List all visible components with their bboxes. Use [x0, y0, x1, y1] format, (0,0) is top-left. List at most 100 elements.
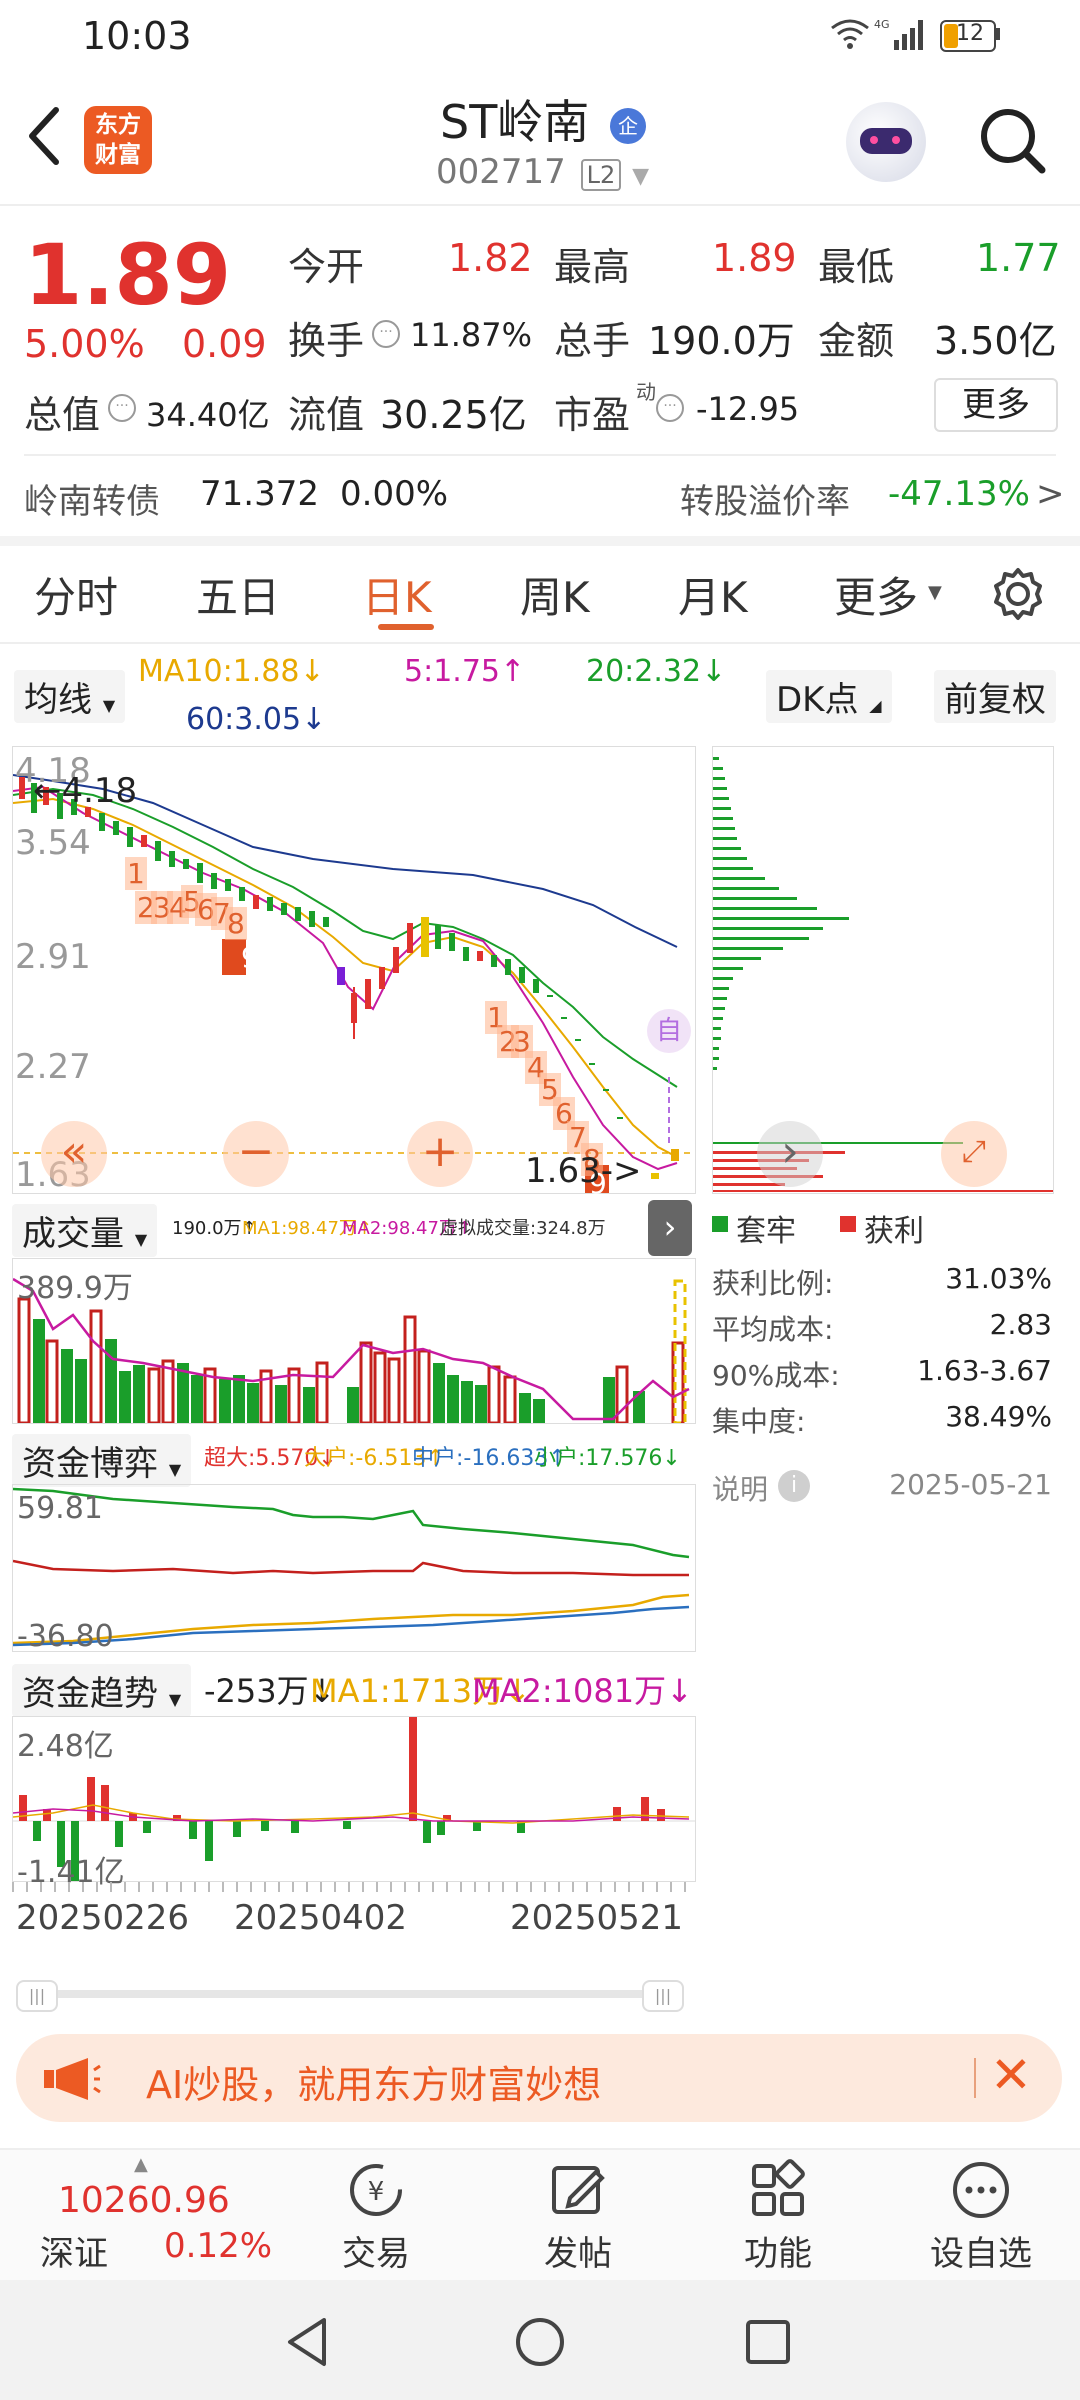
change-amount: 0.09: [182, 322, 267, 366]
wifi-icon: [831, 19, 869, 49]
adjust-button[interactable]: 前复权: [934, 670, 1056, 723]
virtual-volume: 虚拟成交量:324.8万: [440, 1218, 606, 1239]
bond-price: 71.372: [200, 474, 319, 514]
scroll-left-button[interactable]: «: [41, 1121, 107, 1187]
chip-stat-label-1: 获利比例:: [712, 1267, 834, 1300]
nav-add-watchlist[interactable]: 设自选: [916, 2158, 1046, 2274]
back-icon[interactable]: [24, 106, 64, 166]
scrollbar-right-handle[interactable]: |||: [642, 1980, 684, 2012]
corner-triangle-icon: ◢: [869, 696, 882, 715]
volume-chart[interactable]: 389.9万: [12, 1258, 696, 1424]
date-3: 20250521: [510, 1898, 684, 1938]
level-badge: L2: [580, 159, 622, 191]
info-icon: i: [778, 1470, 810, 1502]
trade-icon: ¥: [350, 2164, 402, 2216]
index-name: 深证: [40, 2234, 108, 2274]
chip-stat-value-1: 31.03%: [945, 1262, 1052, 1295]
quote-block: 1.89 5.00% 0.09 今开 1.82 最高 1.89 最低 1.77 …: [0, 206, 1080, 536]
brand-line-2: 财富: [95, 142, 141, 168]
fund-game-y-top: 59.81: [17, 1491, 103, 1526]
assistant-avatar[interactable]: [846, 102, 926, 182]
nav-trade[interactable]: ¥ 交易: [326, 2158, 426, 2274]
index-ticker[interactable]: ▲ 10260.96 深证 0.12%: [30, 2154, 273, 2274]
fund-trend-chart[interactable]: 2.48亿 -1.41亿: [12, 1716, 696, 1890]
scrollbar-left-handle[interactable]: |||: [16, 1980, 58, 2012]
high-value: 1.89: [712, 236, 797, 280]
turnover-info-icon[interactable]: ···: [372, 320, 400, 348]
fund-game-selector[interactable]: 资金博弈 ▼: [12, 1434, 192, 1487]
nav-post[interactable]: 发帖: [528, 2158, 628, 2274]
brand-line-1: 东方: [95, 112, 141, 138]
ma10-legend: MA10:1.88↓: [138, 654, 325, 689]
zoom-in-button[interactable]: +: [407, 1121, 473, 1187]
brand-logo[interactable]: 东方 财富: [84, 106, 152, 174]
td-sequence-a: 1 2 3 4 5 6 7 8 9: [125, 857, 265, 977]
stock-code: 002717: [436, 152, 566, 192]
chevron-down-icon: ▼: [168, 1690, 182, 1709]
tab-more[interactable]: 更多: [834, 564, 918, 625]
bond-premium-value: -47.13%: [888, 474, 1030, 514]
tab-more-dropdown-icon: ▼: [928, 582, 942, 603]
settings-gear-icon[interactable]: [990, 566, 1046, 622]
fund-trend-selector[interactable]: 资金趋势 ▼: [12, 1664, 192, 1717]
zoom-out-button[interactable]: −: [223, 1121, 289, 1187]
search-icon[interactable]: [978, 106, 1048, 176]
tab-weekly-k[interactable]: 周K: [520, 564, 590, 625]
seq-a-1: 1: [125, 857, 147, 890]
index-pct: 0.12%: [164, 2226, 273, 2266]
system-back-icon[interactable]: [284, 2316, 332, 2368]
chip-stat-label-2: 平均成本:: [712, 1313, 834, 1346]
post-label: 发帖: [544, 2234, 612, 2274]
fund-trend-header: 资金趋势 ▼ -253万↓ MA1:1713万↓ MA2:1081万↓: [12, 1660, 694, 1717]
date-1: 20250226: [16, 1898, 190, 1938]
ai-banner-text: AI炒股，就用东方财富妙想: [146, 2063, 602, 2107]
chip-note-row[interactable]: 说明 i 2025-05-21: [712, 1468, 1052, 1508]
fund-trend-y-top: 2.48亿: [17, 1729, 114, 1764]
system-home-icon[interactable]: [514, 2316, 566, 2368]
change-pct: 5.00%: [24, 322, 145, 366]
dk-point-button[interactable]: DK点 ◢: [766, 670, 892, 723]
chip-chart[interactable]: › ⤢: [712, 746, 1054, 1194]
chevron-right-icon: >: [1036, 474, 1065, 514]
chip-scroll-right-button[interactable]: ›: [757, 1121, 823, 1187]
tab-five-day[interactable]: 五日: [196, 564, 280, 625]
chevron-down-icon: ▼: [168, 1460, 182, 1479]
nav-functions[interactable]: 功能: [728, 2158, 828, 2274]
low-label: 最低: [818, 245, 895, 289]
trapped-label: 套牢: [736, 1214, 796, 1249]
self-select-marker[interactable]: 自: [647, 1009, 691, 1053]
ma5-legend: 5:1.75↑: [404, 654, 526, 689]
ma-selector[interactable]: 均线 ▼: [14, 670, 126, 723]
stock-title[interactable]: ST岭南 企: [440, 86, 646, 152]
grid-icon: [752, 2159, 805, 2216]
pe-superscript: 动: [636, 380, 656, 404]
panel-next-button[interactable]: ›: [648, 1200, 692, 1256]
fund-trend-label: 资金趋势: [22, 1674, 158, 1714]
dk-point-label: DK点: [776, 680, 859, 720]
battery-level: 12: [956, 21, 984, 46]
bond-row[interactable]: 岭南转债 71.372 0.00% 转股溢价率 -47.13% >: [24, 474, 1065, 524]
more-dots-icon: [953, 2162, 1009, 2218]
tab-monthly-k[interactable]: 月K: [678, 564, 748, 625]
close-icon[interactable]: ✕: [990, 2046, 1032, 2104]
pe-info-icon[interactable]: ···: [656, 394, 684, 422]
expand-icon[interactable]: ⤢: [941, 1121, 1007, 1187]
profit-label: 获利: [864, 1214, 924, 1249]
mktcap-info-icon[interactable]: ···: [108, 394, 136, 422]
ma-bar: 均线 ▼ MA10:1.88↓ 5:1.75↑ 20:2.32↓ 60:3.05…: [0, 650, 1080, 742]
stock-code-row[interactable]: 002717 L2 ▼: [436, 152, 649, 192]
tab-daily-k[interactable]: 日K: [362, 564, 432, 625]
fund-game-chart[interactable]: 59.81 -36.80: [12, 1484, 696, 1654]
more-button[interactable]: 更多: [934, 378, 1058, 432]
system-recents-icon[interactable]: [744, 2318, 792, 2366]
chart-range-scrollbar[interactable]: ||| |||: [12, 1976, 694, 2012]
ai-banner[interactable]: AI炒股，就用东方财富妙想 ✕: [16, 2034, 1062, 2122]
volume-selector[interactable]: 成交量 ▼: [12, 1204, 158, 1257]
date-axis: 20250226 20250402 20250521: [12, 1882, 694, 1942]
signal-icon: 4G: [874, 18, 923, 50]
fund-game-svg: [13, 1487, 690, 1647]
chip-stat-label-3: 90%成本:: [712, 1359, 840, 1392]
seq-a-9: 9: [241, 941, 259, 974]
kline-chart[interactable]: 1 2 3 4 5 6 7 8 9 1 2 3 4 5 6 7 8 9 4.18…: [12, 746, 696, 1200]
tab-intraday[interactable]: 分时: [34, 564, 118, 625]
